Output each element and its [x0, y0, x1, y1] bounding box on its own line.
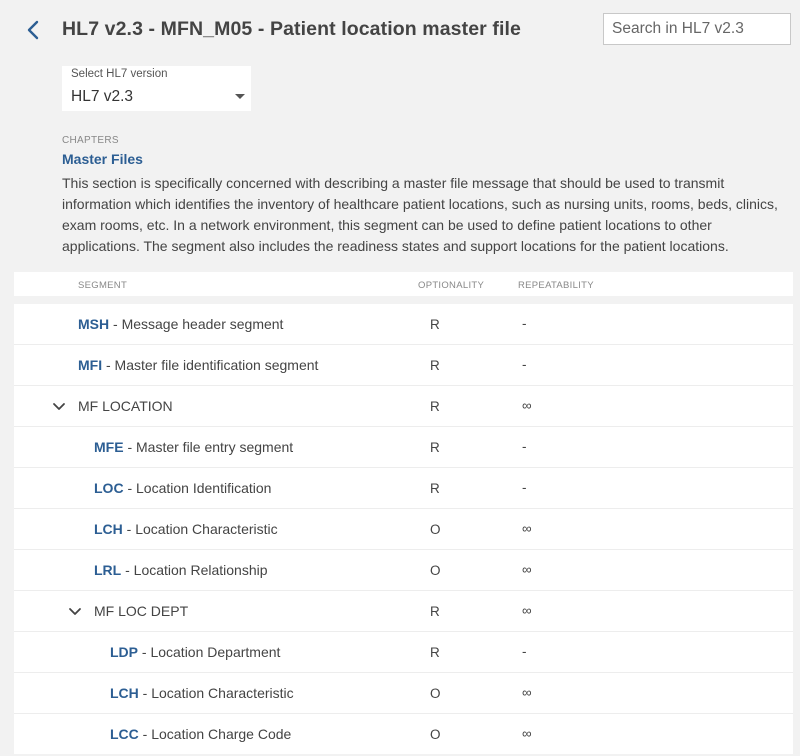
chapters-label: CHAPTERS: [62, 135, 119, 146]
segment-code-link[interactable]: MFE: [94, 439, 124, 455]
repeatability-value: ∞: [522, 562, 532, 577]
segment-description: - Message header segment: [109, 316, 284, 332]
optionality-value: R: [430, 481, 440, 496]
segment-cell: LCH - Location Characteristic: [94, 521, 278, 537]
optionality-value: R: [430, 604, 440, 619]
optionality-value: O: [430, 686, 441, 701]
table-row: MFI - Master file identification segment…: [14, 345, 793, 386]
segment-cell: LCC - Location Charge Code: [110, 726, 291, 742]
repeatability-value: ∞: [522, 521, 532, 536]
column-header-segment: SEGMENT: [78, 280, 128, 291]
chevron-left-icon[interactable]: [22, 18, 46, 42]
segment-cell: MSH - Message header segment: [78, 316, 283, 332]
segment-cell: LRL - Location Relationship: [94, 562, 268, 578]
search-input[interactable]: [603, 13, 791, 45]
page-header: HL7 v2.3 - MFN_M05 - Patient location ma…: [0, 0, 800, 60]
segment-code-link[interactable]: LDP: [110, 644, 138, 660]
segment-group-name[interactable]: MF LOCATION: [78, 398, 173, 414]
caret-down-icon[interactable]: [235, 94, 245, 99]
segment-code-link[interactable]: MSH: [78, 316, 109, 332]
optionality-value: R: [430, 399, 440, 414]
segment-description: - Location Charge Code: [138, 726, 292, 742]
segment-cell: LOC - Location Identification: [94, 480, 271, 496]
segment-code-link[interactable]: LOC: [94, 480, 124, 496]
segment-description: - Location Characteristic: [122, 521, 278, 537]
table-header: SEGMENT OPTIONALITY REPEATABILITY: [14, 272, 793, 296]
segment-code-link[interactable]: MFI: [78, 357, 102, 373]
repeatability-value: -: [522, 480, 527, 495]
segment-description: - Master file identification segment: [102, 357, 319, 373]
repeatability-value: -: [522, 316, 527, 331]
repeatability-value: ∞: [522, 685, 532, 700]
repeatability-value: -: [522, 439, 527, 454]
optionality-value: O: [430, 522, 441, 537]
segment-code-link[interactable]: LRL: [94, 562, 121, 578]
table-row: LCH - Location Characteristic O ∞: [14, 509, 793, 550]
page-title: HL7 v2.3 - MFN_M05 - Patient location ma…: [62, 18, 521, 40]
version-select-label: Select HL7 version: [71, 68, 168, 80]
optionality-value: O: [430, 727, 441, 742]
segment-cell: LDP - Location Department: [110, 644, 280, 660]
segment-description: - Location Identification: [123, 480, 272, 496]
optionality-value: O: [430, 563, 441, 578]
optionality-value: R: [430, 440, 440, 455]
optionality-value: R: [430, 358, 440, 373]
column-header-optionality: OPTIONALITY: [418, 280, 485, 291]
repeatability-value: ∞: [522, 603, 532, 618]
chevron-down-icon[interactable]: [68, 605, 82, 619]
version-select-value[interactable]: HL7 v2.3: [71, 88, 133, 106]
segment-cell: LCH - Location Characteristic: [110, 685, 294, 701]
optionality-value: R: [430, 317, 440, 332]
repeatability-value: -: [522, 357, 527, 372]
version-select[interactable]: Select HL7 version HL7 v2.3: [62, 66, 251, 111]
segment-group-row: MF LOCATION R ∞: [14, 386, 793, 427]
segment-code-link[interactable]: LCH: [94, 521, 123, 537]
table-row: LDP - Location Department R -: [14, 632, 793, 673]
table-row: MSH - Message header segment R -: [14, 304, 793, 345]
table-row: LOC - Location Identification R -: [14, 468, 793, 509]
chevron-down-icon[interactable]: [52, 400, 66, 414]
chapter-link[interactable]: Master Files: [62, 151, 143, 167]
segment-cell: MFE - Master file entry segment: [94, 439, 293, 455]
segment-description: - Location Characteristic: [138, 685, 294, 701]
segment-code-link[interactable]: LCC: [110, 726, 139, 742]
table-row: LCH - Location Characteristic O ∞: [14, 673, 793, 714]
chapter-description: This section is specifically concerned w…: [62, 175, 778, 254]
segment-group-name[interactable]: MF LOC DEPT: [94, 603, 188, 619]
table-row: MFE - Master file entry segment R -: [14, 427, 793, 468]
repeatability-value: -: [522, 644, 527, 659]
column-header-repeatability: REPEATABILITY: [518, 280, 594, 291]
repeatability-value: ∞: [522, 726, 532, 741]
segment-table: MSH - Message header segment R - MFI - Mast…: [14, 304, 793, 754]
segment-description: - Location Department: [138, 644, 281, 660]
segment-cell: MFI - Master file identification segment: [78, 357, 318, 373]
segment-code-link[interactable]: LCH: [110, 685, 139, 701]
segment-description: - Location Relationship: [121, 562, 268, 578]
table-row: LCC - Location Charge Code O ∞: [14, 714, 793, 754]
table-row: LRL - Location Relationship O ∞: [14, 550, 793, 591]
repeatability-value: ∞: [522, 398, 532, 413]
segment-group-row: MF LOC DEPT R ∞: [14, 591, 793, 632]
optionality-value: R: [430, 645, 440, 660]
segment-description: - Master file entry segment: [123, 439, 294, 455]
